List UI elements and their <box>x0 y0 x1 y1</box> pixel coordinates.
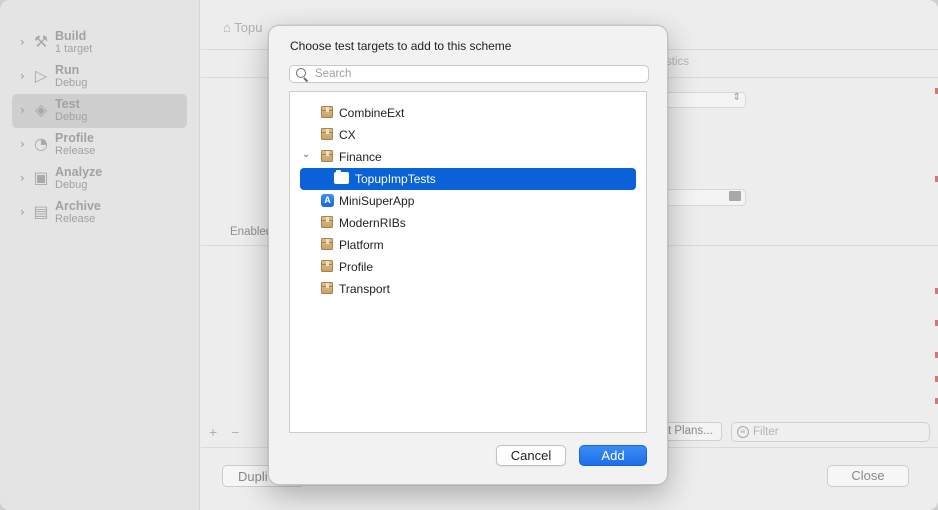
chevron-right-icon[interactable]: › <box>20 137 25 151</box>
sidebar-item-label: Run <box>55 63 80 77</box>
chevron-updown-icon: ⇕ <box>732 92 741 103</box>
cancel-button[interactable]: Cancel <box>496 445 566 466</box>
tab-diagnostics[interactable]: stics <box>666 56 689 68</box>
test-bundle-icon <box>334 170 349 185</box>
configuration-popup[interactable]: ⇕ <box>666 92 746 108</box>
sidebar-item-archive[interactable]: › ▤ Archive Release <box>12 196 187 230</box>
sidebar-item-subtitle: Release <box>55 145 96 157</box>
remove-test-button[interactable]: − <box>231 424 239 440</box>
test-diamond-icon: ◈ <box>34 100 48 119</box>
package-icon <box>321 260 334 273</box>
filter-placeholder: Filter <box>753 426 779 438</box>
choose-test-targets-dialog: Choose test targets to add to this schem… <box>268 25 668 485</box>
target-row[interactable]: Platform <box>300 234 636 256</box>
sidebar-item-label: Analyze <box>55 165 103 179</box>
sidebar-item-subtitle: 1 target <box>55 43 93 55</box>
sidebar-item-label: Build <box>55 29 87 43</box>
filter-field[interactable]: ≡ Filter <box>731 422 930 442</box>
archive-icon: ▤ <box>33 202 49 221</box>
dialog-title: Choose test targets to add to this schem… <box>290 39 512 53</box>
target-label: Platform <box>339 238 384 252</box>
target-label: Transport <box>339 282 390 296</box>
chevron-right-icon[interactable]: › <box>20 35 25 49</box>
test-targets-list[interactable]: CombineExt CX ⌄ Finance TopupImpTests A MiniSu… <box>289 91 647 433</box>
target-row[interactable]: Profile <box>300 256 636 278</box>
target-label: CX <box>339 128 356 142</box>
add-test-button[interactable]: + <box>209 424 217 440</box>
play-icon: ▷ <box>34 66 48 85</box>
sidebar-item-test[interactable]: › ◈ Test Debug <box>12 94 187 128</box>
target-label: Profile <box>339 260 374 274</box>
add-button[interactable]: Add <box>579 445 647 466</box>
app-icon: A <box>321 194 334 207</box>
search-input[interactable] <box>315 66 635 82</box>
target-label: CombineExt <box>339 106 405 120</box>
breadcrumb[interactable]: ⌂ Topu <box>223 20 262 35</box>
path-field[interactable] <box>666 189 746 206</box>
target-row[interactable]: CombineExt <box>300 102 636 124</box>
chevron-right-icon[interactable]: › <box>20 205 25 219</box>
target-label: ModernRIBs <box>339 216 406 230</box>
sidebar-item-analyze[interactable]: › ▣ Analyze Debug <box>12 162 187 196</box>
scheme-actions-sidebar: › ⚒ Build 1 target › ▷ Run Debug › ◈ Test Debug › ◔ Pr… <box>0 0 200 510</box>
sidebar-item-build[interactable]: › ⚒ Build 1 target <box>12 26 187 60</box>
test-plans-button[interactable]: t Plans... <box>666 422 722 441</box>
sidebar-item-label: Archive <box>55 199 101 213</box>
sidebar-item-label: Test <box>55 97 80 111</box>
target-row[interactable]: ⌄ Finance <box>300 146 636 168</box>
target-row[interactable]: A MiniSuperApp <box>300 190 636 212</box>
sidebar-item-subtitle: Debug <box>55 179 88 191</box>
target-row[interactable]: CX <box>300 124 636 146</box>
sidebar-item-profile[interactable]: › ◔ Profile Release <box>12 128 187 162</box>
sidebar-item-subtitle: Release <box>55 213 96 225</box>
enabled-column-header: Enabled <box>230 226 273 238</box>
chevron-right-icon[interactable]: › <box>20 69 25 83</box>
package-icon <box>321 128 334 141</box>
close-button[interactable]: Close <box>827 465 909 487</box>
package-icon <box>321 106 334 119</box>
target-row[interactable]: Transport <box>300 278 636 300</box>
package-icon <box>321 282 334 295</box>
analyze-icon: ▣ <box>33 168 49 187</box>
target-row[interactable]: ModernRIBs <box>300 212 636 234</box>
chevron-right-icon[interactable]: › <box>20 103 25 117</box>
sidebar-item-subtitle: Debug <box>55 111 88 123</box>
sidebar-item-label: Profile <box>55 131 94 145</box>
package-icon <box>321 150 334 163</box>
package-icon <box>321 238 334 251</box>
add-remove-controls: + − <box>209 424 249 440</box>
hammer-icon: ⚒ <box>33 32 49 51</box>
chevron-right-icon[interactable]: › <box>20 171 25 185</box>
sidebar-item-subtitle: Debug <box>55 77 88 89</box>
target-label: TopupImpTests <box>355 172 436 186</box>
target-row[interactable]: TopupImpTests <box>300 168 636 190</box>
folder-icon <box>729 191 741 201</box>
target-label: Finance <box>339 150 382 164</box>
sidebar-item-run[interactable]: › ▷ Run Debug <box>12 60 187 94</box>
building-icon: ⌂ <box>223 20 235 35</box>
error-markers <box>934 0 938 510</box>
search-field[interactable] <box>289 65 649 83</box>
package-icon <box>321 216 334 229</box>
target-label: MiniSuperApp <box>339 194 415 208</box>
disclosure-chevron-down-icon[interactable]: ⌄ <box>302 149 310 160</box>
search-icon <box>296 68 309 83</box>
filter-icon: ≡ <box>737 426 749 438</box>
gauge-icon: ◔ <box>34 134 48 153</box>
